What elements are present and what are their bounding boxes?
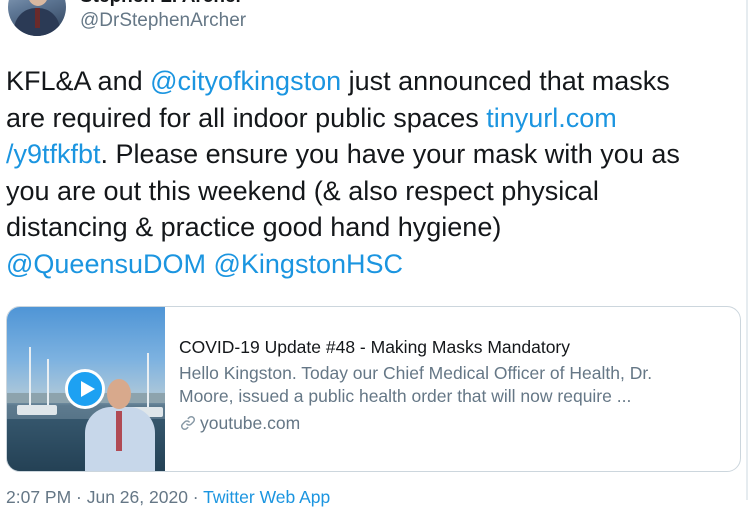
tweet-text-segment: are required for all indoor public space… [6,102,487,133]
tweet-text: KFL&A and @cityofkingston just announced… [6,63,741,282]
thumbnail-mast [29,347,31,409]
avatar-head [28,0,48,6]
link-icon [180,415,196,431]
tweet-line: are required for all indoor public space… [6,100,741,137]
tweet-link[interactable]: /y9tfkfbt [6,139,101,169]
right-divider [746,0,748,500]
tweet-text-segment: you are out this weekend (& also respect… [6,175,599,206]
card-domain-text: youtube.com [200,413,301,433]
card-title[interactable]: COVID-19 Update #48 - Making Masks Manda… [179,337,729,358]
tweet-source[interactable]: Twitter Web App [203,487,330,507]
link-preview-card[interactable]: COVID-19 Update #48 - Making Masks Manda… [6,306,741,472]
thumbnail-mast [147,353,149,409]
play-icon[interactable] [65,369,105,409]
avatar-tie [35,8,40,28]
tweet-line: KFL&A and @cityofkingston just announced… [6,63,741,100]
author-display-name[interactable]: Stephen L. Archer [80,0,243,8]
author-handle[interactable]: @DrStephenArcher [80,10,246,32]
tweet-link[interactable]: tinyurl.com [486,103,617,133]
tweet-timestamp[interactable]: 2:07 PM · Jun 26, 2020 [6,487,188,507]
tweet-line: distancing & practice good hand hygiene) [6,209,741,246]
tweet-link[interactable]: @QueensuDOM [6,249,206,279]
tweet-line: you are out this weekend (& also respect… [6,173,741,210]
tweet-text-segment: distancing & practice good hand hygiene) [6,212,502,242]
video-thumbnail[interactable] [7,307,165,471]
tweet-text-segment: KFL&A and [6,66,151,96]
card-description-line: Moore, issued a public health order that… [179,386,632,406]
tweet-text-segment: just announced that masks [341,66,670,96]
tweet-line: @QueensuDOM @KingstonHSC [6,246,741,283]
tweet-link[interactable]: @cityofkingston [150,66,341,96]
thumbnail-person-head [107,379,131,409]
tweet-link[interactable]: @KingstonHSC [214,249,404,279]
card-description-line: Hello Kingston. Today our Chief Medical … [179,363,653,383]
thumbnail-mast [47,359,49,409]
card-body: COVID-19 Update #48 - Making Masks Manda… [179,337,729,434]
card-description: Hello Kingston. Today our Chief Medical … [179,362,729,408]
tweet-line: /y9tfkfbt. Please ensure you have your m… [6,136,741,173]
card-domain[interactable]: youtube.com [179,413,729,434]
tweet-meta: 2:07 PM · Jun 26, 2020 · Twitter Web App [6,487,330,508]
tweet-text-segment [206,249,214,279]
meta-separator: · [187,487,204,507]
thumbnail-boat [17,405,57,415]
avatar[interactable] [8,0,66,36]
thumbnail-person-tie [116,411,122,451]
tweet-text-segment: . Please ensure you have your mask with … [100,139,680,169]
